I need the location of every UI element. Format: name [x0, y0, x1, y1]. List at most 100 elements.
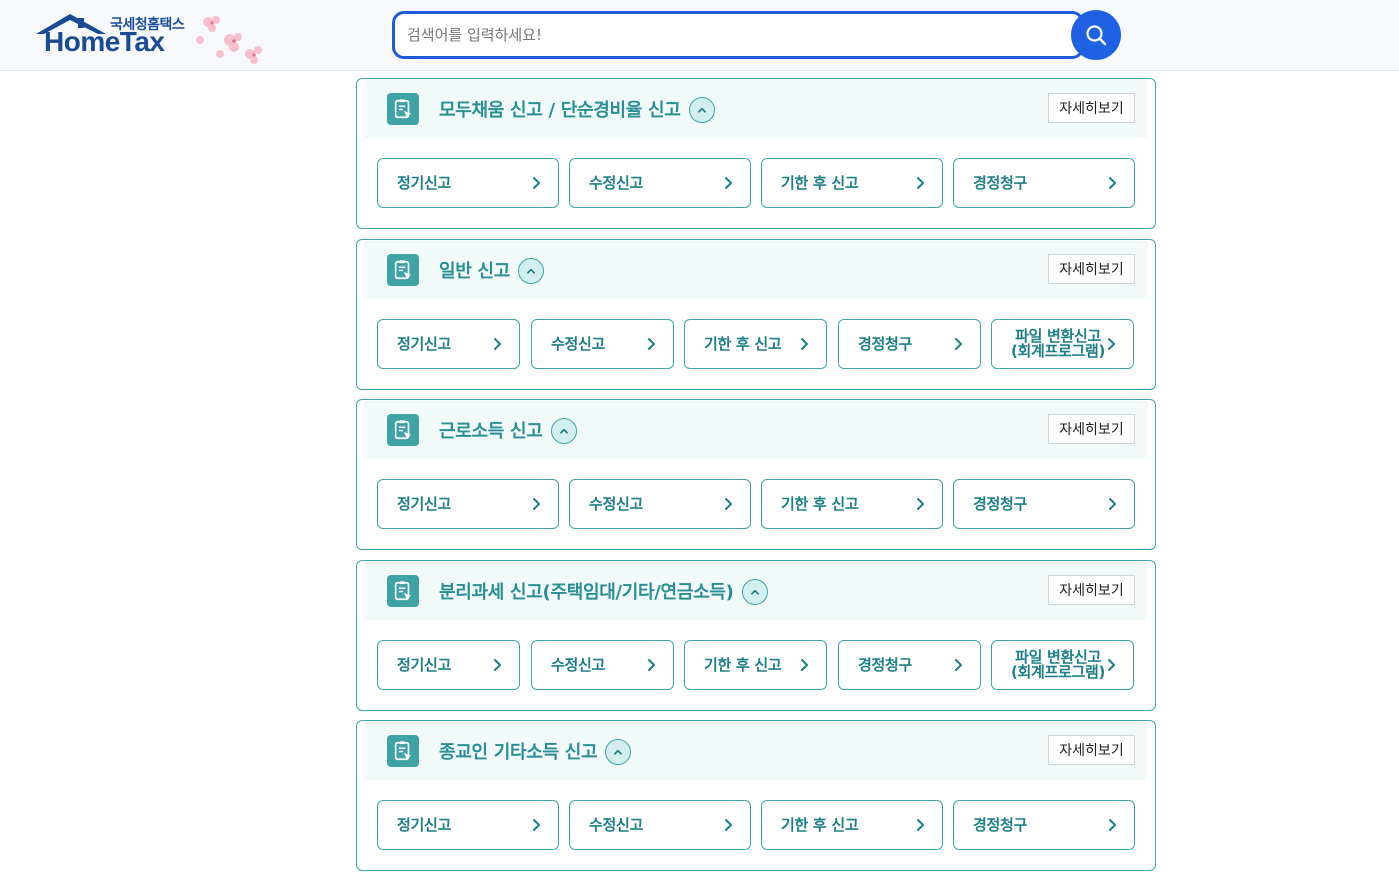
document-icon	[387, 735, 419, 767]
search-button[interactable]	[1071, 10, 1121, 60]
chevron-up-icon	[614, 749, 623, 755]
action-button-label: 경정청구	[973, 815, 1028, 834]
action-button[interactable]: 경정청구	[953, 800, 1135, 850]
chevron-right-icon	[1109, 498, 1116, 510]
action-button[interactable]: 수정신고	[531, 640, 674, 690]
top-header: 국세청홈택스 HomeTax	[0, 0, 1399, 71]
action-button[interactable]: 경정청구	[838, 640, 981, 690]
section-header: 분리과세 신고(주택임대/기타/연금소득) 자세히보기	[365, 562, 1147, 620]
document-icon	[387, 93, 419, 125]
section-title-text: 일반 신고	[439, 261, 511, 282]
section-title: 모두채움 신고 / 단순경비율 신고	[439, 96, 715, 123]
action-button[interactable]: 정기신고	[377, 319, 520, 369]
chevron-right-icon	[955, 338, 962, 350]
action-button[interactable]: 기한 후 신고	[761, 479, 943, 529]
section-title-text: 분리과세 신고(주택임대/기타/연금소득)	[439, 582, 734, 603]
logo-big-text: HomeTax	[44, 26, 165, 57]
document-icon	[387, 254, 419, 286]
detail-button[interactable]: 자세히보기	[1048, 93, 1135, 123]
action-button[interactable]: 정기신고	[377, 479, 559, 529]
detail-button[interactable]: 자세히보기	[1048, 735, 1135, 765]
action-button[interactable]: 수정신고	[531, 319, 674, 369]
section-title: 종교인 기타소득 신고	[439, 738, 632, 765]
action-button-label: 정기신고	[397, 815, 452, 834]
chevron-right-icon	[1109, 177, 1116, 189]
action-button-label: 수정신고	[551, 655, 606, 674]
chevron-up-icon	[527, 268, 535, 274]
action-button[interactable]: 기한 후 신고	[761, 800, 943, 850]
action-button[interactable]: 수정신고	[569, 158, 751, 208]
action-button[interactable]: 경정청구	[838, 319, 981, 369]
chevron-right-icon	[494, 338, 501, 350]
report-section: 종교인 기타소득 신고 자세히보기정기신고 수정신고 기한 후 신고 경정청구	[356, 720, 1156, 871]
document-icon	[387, 414, 419, 446]
chevron-up-icon	[750, 589, 759, 595]
section-header: 근로소득 신고 자세히보기	[365, 401, 1147, 459]
action-button-label: 기한 후 신고	[781, 173, 859, 192]
section-title-text: 근로소득 신고	[439, 421, 543, 442]
chevron-up-icon	[697, 107, 706, 113]
section-title: 일반 신고	[439, 257, 545, 284]
detail-button[interactable]: 자세히보기	[1048, 254, 1135, 284]
chevron-up-icon	[559, 428, 568, 434]
action-button-label: 정기신고	[397, 655, 452, 674]
action-button[interactable]: 수정신고	[569, 800, 751, 850]
detail-button[interactable]: 자세히보기	[1048, 575, 1135, 605]
action-button-label: 경정청구	[973, 494, 1028, 513]
hometax-logo[interactable]: 국세청홈택스 HomeTax	[34, 10, 274, 66]
action-button-label: 수정신고	[589, 494, 644, 513]
action-button[interactable]: 정기신고	[377, 158, 559, 208]
chevron-right-icon	[1108, 338, 1115, 350]
chevron-right-icon	[725, 819, 732, 831]
action-button-label: 기한 후 신고	[704, 334, 782, 353]
collapse-toggle-button[interactable]	[605, 738, 632, 765]
report-section: 근로소득 신고 자세히보기정기신고 수정신고 기한 후 신고 경정청구	[356, 399, 1156, 550]
action-button[interactable]: 파일 변환신고 (회계프로그램)	[991, 640, 1134, 690]
section-header: 일반 신고 자세히보기	[365, 241, 1147, 299]
chevron-right-icon	[533, 177, 540, 189]
search-box	[392, 11, 1084, 59]
action-button-label: 기한 후 신고	[704, 655, 782, 674]
section-title-text: 모두채움 신고 / 단순경비율 신고	[439, 100, 681, 121]
chevron-right-icon	[955, 659, 962, 671]
section-header: 모두채움 신고 / 단순경비율 신고 자세히보기	[365, 80, 1147, 138]
section-title-text: 종교인 기타소득 신고	[439, 742, 598, 763]
chevron-right-icon	[801, 659, 808, 671]
collapse-toggle-button[interactable]	[518, 257, 545, 284]
collapse-toggle-button[interactable]	[741, 578, 768, 605]
chevron-right-icon	[494, 659, 501, 671]
search-input[interactable]	[407, 22, 1047, 48]
action-button-label: 정기신고	[397, 494, 452, 513]
action-button-label: 기한 후 신고	[781, 815, 859, 834]
chevron-right-icon	[533, 819, 540, 831]
chevron-right-icon	[725, 498, 732, 510]
chevron-right-icon	[533, 498, 540, 510]
chevron-right-icon	[648, 338, 655, 350]
action-button-label: 정기신고	[397, 334, 452, 353]
action-button-label: 경정청구	[858, 655, 913, 674]
action-button-label: 파일 변환신고 (회계프로그램)	[1011, 327, 1106, 360]
report-section: 일반 신고 자세히보기정기신고 수정신고 기한 후 신고 경정청구 파일 변환신고 (회계…	[356, 239, 1156, 390]
action-button[interactable]: 정기신고	[377, 800, 559, 850]
chevron-right-icon	[917, 177, 924, 189]
action-button[interactable]: 경정청구	[953, 479, 1135, 529]
detail-button[interactable]: 자세히보기	[1048, 414, 1135, 444]
collapse-toggle-button[interactable]	[550, 417, 577, 444]
action-button[interactable]: 파일 변환신고 (회계프로그램)	[991, 319, 1134, 369]
collapse-toggle-button[interactable]	[688, 96, 715, 123]
search-icon	[1086, 25, 1107, 46]
action-button-label: 경정청구	[858, 334, 913, 353]
action-button[interactable]: 경정청구	[953, 158, 1135, 208]
action-button-label: 수정신고	[589, 173, 644, 192]
action-button[interactable]: 수정신고	[569, 479, 751, 529]
action-button[interactable]: 기한 후 신고	[684, 319, 827, 369]
action-button-label: 기한 후 신고	[781, 494, 859, 513]
chevron-right-icon	[725, 177, 732, 189]
action-button[interactable]: 기한 후 신고	[761, 158, 943, 208]
action-button-label: 정기신고	[397, 173, 452, 192]
section-header: 종교인 기타소득 신고 자세히보기	[365, 722, 1147, 780]
action-button[interactable]: 정기신고	[377, 640, 520, 690]
section-title: 근로소득 신고	[439, 417, 577, 444]
action-button[interactable]: 기한 후 신고	[684, 640, 827, 690]
cherry-blossom-icon	[196, 16, 262, 64]
